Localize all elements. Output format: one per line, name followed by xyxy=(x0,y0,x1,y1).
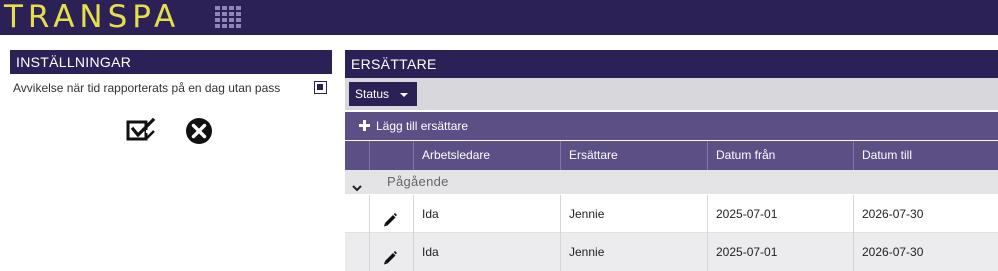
column-header-ersattare[interactable]: Ersättare xyxy=(560,141,707,170)
cell-ersattare: Jennie xyxy=(560,195,707,233)
row-spacer xyxy=(345,195,369,233)
close-circle-icon[interactable] xyxy=(184,116,214,146)
cell-arbetsledare: Ida xyxy=(413,195,560,233)
action-bar: Lägg till ersättare xyxy=(345,112,998,140)
add-substitute-button[interactable]: Lägg till ersättare xyxy=(345,112,468,140)
chevron-down-icon xyxy=(400,93,408,97)
status-dropdown-button[interactable]: Status xyxy=(349,82,417,106)
table-header: Arbetsledare Ersättare Datum från Datum … xyxy=(345,141,998,170)
cell-arbetsledare: Ida xyxy=(413,233,560,271)
setting-row: Avvikelse när tid rapporterats på en dag… xyxy=(13,80,329,98)
cell-datum-till: 2026-07-30 xyxy=(853,233,998,271)
row-actions xyxy=(369,233,413,271)
cell-datum-till: 2026-07-30 xyxy=(853,195,998,233)
cell-ersattare: Jennie xyxy=(560,233,707,271)
row-spacer xyxy=(345,233,369,271)
cell-datum-fran: 2025-07-01 xyxy=(707,195,853,233)
pencil-icon[interactable] xyxy=(382,205,398,227)
column-header-arbetsledare[interactable]: Arbetsledare xyxy=(413,141,560,170)
cell-datum-fran: 2025-07-01 xyxy=(707,233,853,271)
group-row[interactable]: Pågående xyxy=(345,170,998,194)
pencil-icon[interactable] xyxy=(382,243,398,265)
add-substitute-label: Lägg till ersättare xyxy=(376,119,469,133)
table-row: Ida Jennie 2025-07-01 2026-07-30 xyxy=(345,233,998,271)
substitutes-panel-title: ERSÄTTARE xyxy=(345,50,998,78)
status-button-label: Status xyxy=(355,87,390,101)
check-edit-icon[interactable] xyxy=(126,116,158,144)
setting-checkbox[interactable] xyxy=(314,81,327,94)
header-actions xyxy=(369,141,413,170)
grid-icon[interactable] xyxy=(215,6,243,30)
settings-panel-title: INSTÄLLNINGAR xyxy=(10,50,332,74)
app-logo: TRANSPA xyxy=(4,0,181,35)
group-label: Pågående xyxy=(387,174,449,189)
plus-icon xyxy=(359,120,370,131)
setting-label: Avvikelse när tid rapporterats på en dag… xyxy=(13,81,281,95)
chevron-down-icon[interactable] xyxy=(352,177,362,192)
header-spacer xyxy=(345,141,369,170)
column-header-datum-till[interactable]: Datum till xyxy=(853,141,998,170)
top-header: TRANSPA xyxy=(0,0,998,35)
row-actions xyxy=(369,195,413,233)
column-header-datum-fran[interactable]: Datum från xyxy=(707,141,853,170)
table-row: Ida Jennie 2025-07-01 2026-07-30 xyxy=(345,195,998,233)
filter-bar: Status xyxy=(345,78,998,110)
